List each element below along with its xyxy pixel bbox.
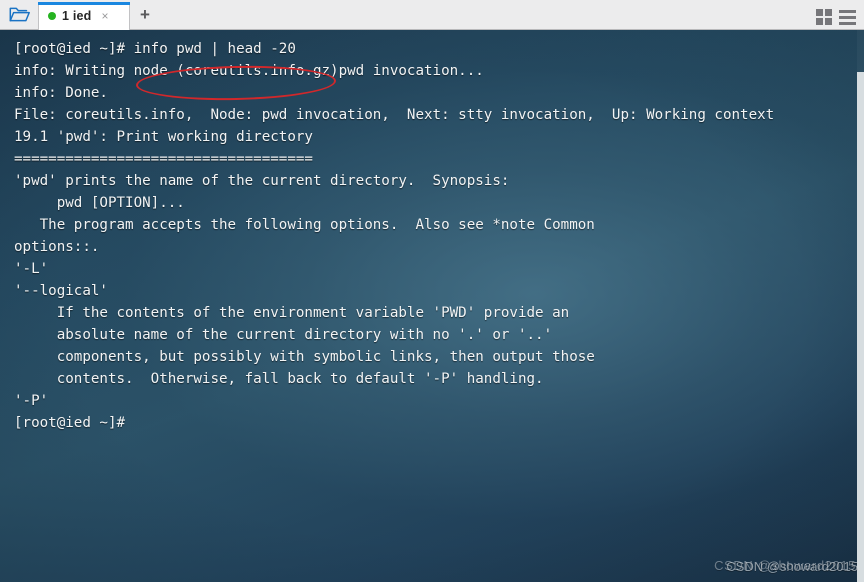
- terminal-tab-1[interactable]: 1 ied ×: [38, 2, 130, 30]
- tab-status-dot: [48, 12, 56, 20]
- tab-label: 1 ied: [62, 9, 92, 23]
- terminal-line: 19.1 'pwd': Print working directory: [14, 129, 313, 145]
- terminal-line: [root@ied ~]# info pwd | head -20: [14, 41, 296, 57]
- tab-bar-actions: [816, 9, 864, 29]
- terminal-pane[interactable]: [root@ied ~]# info pwd | head -20 info: …: [0, 30, 864, 582]
- tab-bar-spacer: [160, 28, 816, 29]
- terminal-line: If the contents of the environment varia…: [14, 305, 570, 321]
- tab-bar: 1 ied × +: [0, 0, 864, 30]
- folder-open-icon: [9, 6, 30, 23]
- terminal-line: [root@ied ~]#: [14, 415, 126, 431]
- terminal-line: absolute name of the current directory w…: [14, 327, 553, 343]
- hamburger-menu-icon[interactable]: [839, 9, 856, 25]
- terminal-line: info: Writing node (coreutils.info.gz)pw…: [14, 63, 484, 79]
- close-icon[interactable]: ×: [102, 10, 109, 22]
- terminal-line: options::.: [14, 239, 100, 255]
- terminal-line: contents. Otherwise, fall back to defaul…: [14, 371, 544, 387]
- terminal-line: File: coreutils.info, Node: pwd invocati…: [14, 107, 775, 123]
- terminal-line: The program accepts the following option…: [14, 217, 595, 233]
- terminal-line: info: Done.: [14, 85, 108, 101]
- folder-open-button[interactable]: [0, 0, 38, 29]
- terminal-line: '--logical': [14, 283, 108, 299]
- terminal-line: ===================================: [14, 151, 313, 167]
- grid-view-icon[interactable]: [816, 9, 832, 25]
- terminal-line: '-P': [14, 393, 49, 409]
- terminal-line: components, but possibly with symbolic l…: [14, 349, 595, 365]
- scrollbar-thumb[interactable]: [857, 72, 864, 582]
- app-window: 1 ied × + [root@ied ~]# info pwd | head …: [0, 0, 864, 582]
- terminal-line: 'pwd' prints the name of the current dir…: [14, 173, 510, 189]
- new-tab-button[interactable]: +: [130, 0, 160, 29]
- vertical-scrollbar[interactable]: [857, 30, 864, 582]
- terminal-output: [root@ied ~]# info pwd | head -20 info: …: [0, 30, 864, 582]
- terminal-line: pwd [OPTION]...: [14, 195, 185, 211]
- terminal-line: '-L': [14, 261, 49, 277]
